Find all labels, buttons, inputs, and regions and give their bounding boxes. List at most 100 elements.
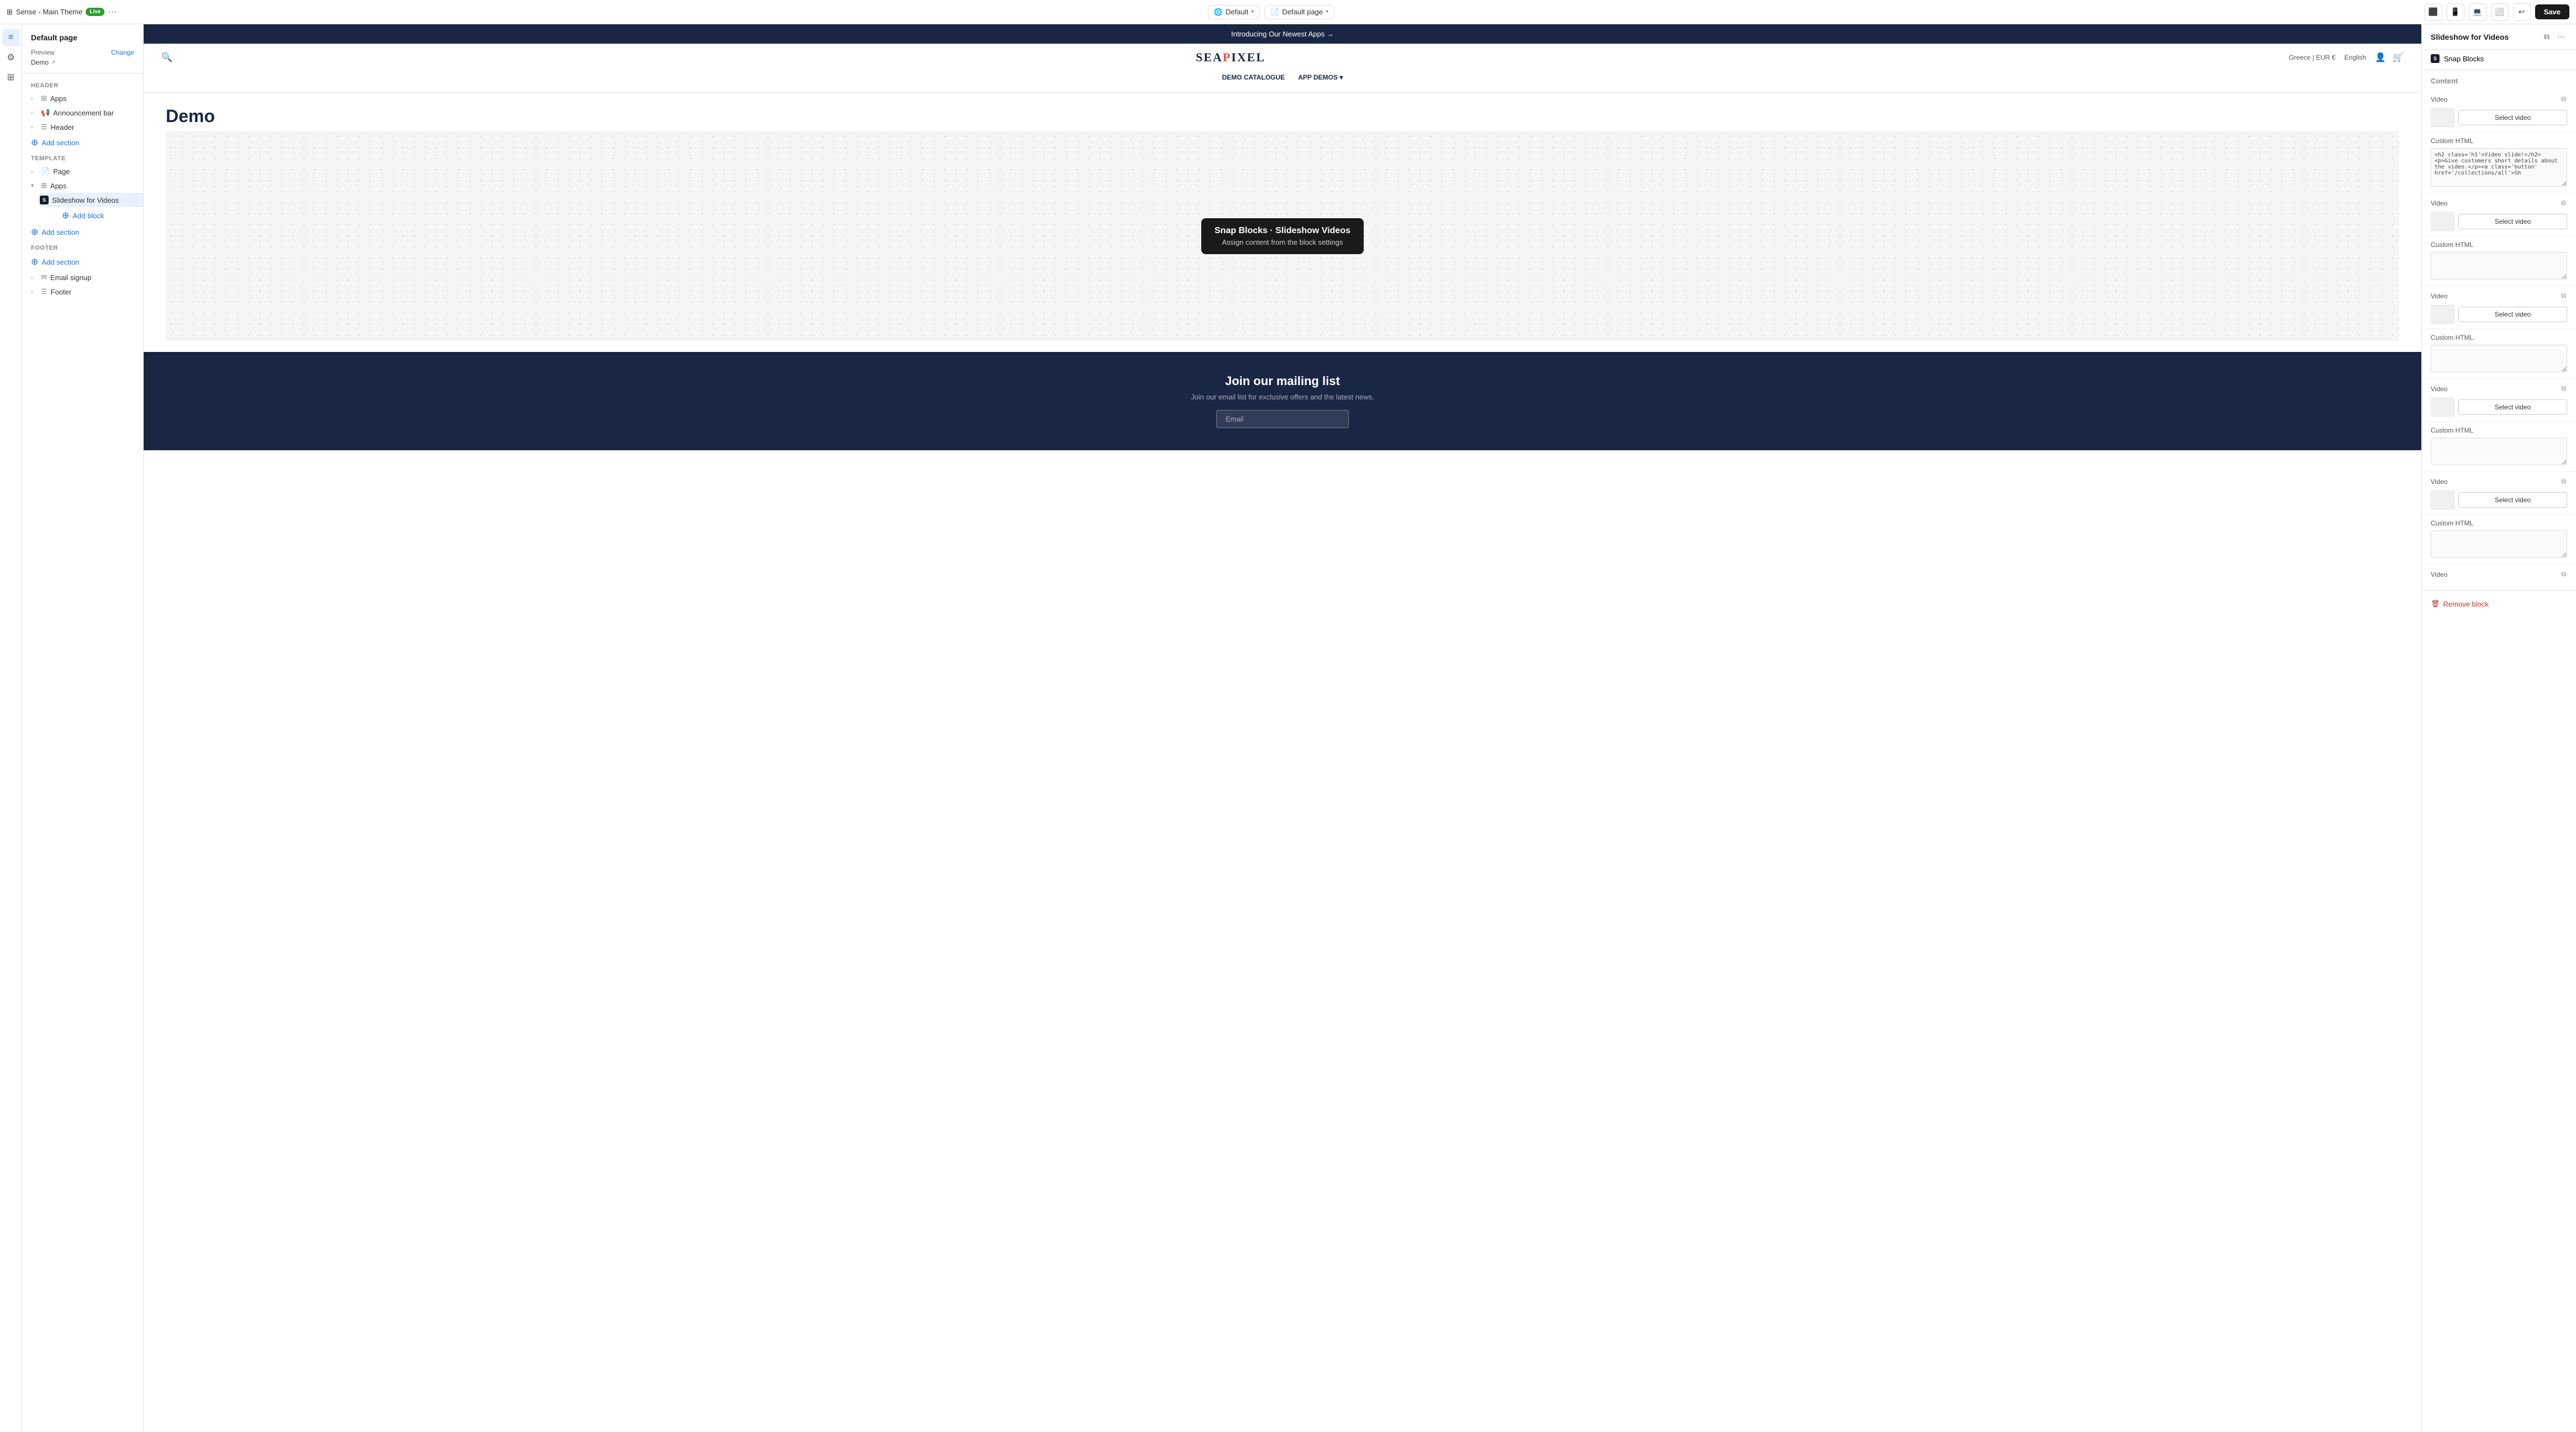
tree-item-announcement[interactable]: › 📢 Announcement bar (22, 106, 143, 120)
video-label-6: Video ⧉ (2431, 569, 2567, 580)
slideshow-tooltip-title: Snap Blocks · Slideshow Videos (1215, 226, 1350, 236)
video-copy-btn-4[interactable]: ⧉ (2560, 383, 2567, 394)
tree-item-page[interactable]: › 📄 Page (22, 164, 143, 178)
preview-area: Introducing Our Newest Apps → 🔍 SEAPIXEL… (144, 24, 2421, 1432)
video-field-3: Video ⧉ Select video (2422, 286, 2576, 329)
video-copy-btn-3[interactable]: ⧉ (2560, 291, 2567, 301)
apps-template-icon: ⊞ (41, 181, 47, 190)
undo-btn[interactable]: ↩ (2513, 3, 2531, 21)
chevron-right-icon: › (31, 169, 38, 175)
custom-html-label-2: Custom HTML (2431, 241, 2567, 249)
custom-html-textarea-5[interactable] (2431, 530, 2567, 558)
change-link[interactable]: Change (111, 49, 134, 56)
main-layout: ≡ ⚙ ⊞ Default page Preview Change Demo ↗… (0, 24, 2576, 1432)
cart-icon: 🛒 (2393, 52, 2404, 63)
video-copy-btn-2[interactable]: ⧉ (2560, 198, 2567, 208)
sidebar-apps-icon[interactable]: ⊞ (2, 69, 20, 86)
video-field-row-5: Select video (2431, 490, 2567, 510)
chevron-down-icon: ▾ (31, 183, 38, 189)
header-icon: ☰ (41, 123, 48, 131)
content-label: Content (2422, 70, 2576, 90)
select-video-btn-5[interactable]: Select video (2458, 492, 2567, 508)
preview-section: Preview Change Demo ↗ (22, 49, 143, 73)
snap-blocks-logo: S (40, 196, 49, 204)
tablet-view-btn[interactable]: 💻 (2469, 3, 2486, 21)
footer-section-group: Footer ⊕ Add section › ✉ Email signup › … (22, 243, 143, 299)
language-text: English (2344, 54, 2366, 61)
mailing-section: Join our mailing list Join our email lis… (144, 352, 2421, 450)
nav-app-demos[interactable]: APP DEMOS ▾ (1298, 73, 1343, 81)
remove-block-btn[interactable]: 🗑 Remove block (2422, 593, 2576, 615)
custom-html-textarea-3[interactable] (2431, 345, 2567, 372)
video-field-2: Video ⧉ Select video (2422, 193, 2576, 236)
store-header-top: 🔍 SEAPIXEL Greece | EUR € English 👤 🛒 (161, 50, 2404, 65)
chevron-right-icon: › (31, 289, 38, 295)
store-preview: Introducing Our Newest Apps → 🔍 SEAPIXEL… (144, 24, 2421, 1432)
add-block-btn[interactable]: ⊕ Add block (40, 207, 143, 224)
header-label: Header (22, 80, 143, 91)
right-panel: Slideshow for Videos ⧉ ⋯ S Snap Blocks C… (2421, 24, 2576, 1432)
email-icon: ✉ (41, 273, 47, 282)
select-video-btn-3[interactable]: Select video (2458, 307, 2567, 322)
default-page-dropdown[interactable]: 📄 Default page ▾ (1264, 5, 1334, 19)
select-video-btn-4[interactable]: Select video (2458, 399, 2567, 415)
tree-item-footer[interactable]: › ☰ Footer (22, 285, 143, 299)
video-field-row-4: Select video (2431, 397, 2567, 417)
desktop-view-btn[interactable]: ⬛ (2425, 3, 2442, 21)
snap-blocks-label: Snap Blocks (2444, 55, 2484, 63)
footer-icon: ☰ (41, 287, 48, 296)
select-video-btn-1[interactable]: Select video (2458, 110, 2567, 125)
snap-blocks-icon: S (2431, 54, 2440, 63)
custom-html-label-1: Custom HTML (2431, 137, 2567, 145)
video-copy-btn-6[interactable]: ⧉ (2560, 569, 2567, 580)
sidebar-settings-icon[interactable]: ⚙ (2, 49, 20, 66)
email-input[interactable] (1216, 410, 1349, 428)
announcement-text: Introducing Our Newest Apps → (1231, 30, 1334, 38)
select-video-btn-2[interactable]: Select video (2458, 214, 2567, 229)
add-section-2-btn[interactable]: ⊕ Add section (22, 224, 143, 240)
custom-html-label-5: Custom HTML (2431, 519, 2567, 527)
announcement-icon: 📢 (41, 108, 50, 117)
header-right: Greece | EUR € English 👤 🛒 (2289, 52, 2404, 63)
panel-copy-btn[interactable]: ⧉ (2542, 31, 2552, 43)
video-copy-btn-1[interactable]: ⧉ (2560, 94, 2567, 104)
left-panel: Default page Preview Change Demo ↗ Heade… (22, 24, 144, 1432)
snap-blocks-header: S Snap Blocks (2422, 50, 2576, 70)
custom-html-textarea-2[interactable] (2431, 252, 2567, 280)
nav-demo-catalogue[interactable]: DEMO CATALOGUE (1222, 73, 1285, 81)
live-badge: Live (86, 8, 104, 16)
mobile-view-btn[interactable]: 📱 (2447, 3, 2464, 21)
user-icon: 👤 (2375, 52, 2386, 63)
video-label-3: Video ⧉ (2431, 291, 2567, 301)
add-section-1-btn[interactable]: ⊕ Add section (22, 134, 143, 151)
preview-row: Preview Change (31, 49, 134, 56)
video-field-row-1: Select video (2431, 108, 2567, 128)
save-button[interactable]: Save (2535, 4, 2569, 19)
panel-more-btn[interactable]: ⋯ (2555, 31, 2567, 43)
video-thumbnail-1 (2431, 108, 2455, 128)
tree-item-apps-template[interactable]: ▾ ⊞ Apps (22, 178, 143, 193)
more-options-btn[interactable]: ⋯ (108, 7, 118, 18)
tree-item-header[interactable]: › ☰ Header (22, 120, 143, 134)
custom-html-textarea-4[interactable] (2431, 438, 2567, 465)
video-copy-btn-5[interactable]: ⧉ (2560, 476, 2567, 487)
video-label-4: Video ⧉ (2431, 383, 2567, 394)
add-section-footer-btn[interactable]: ⊕ Add section (22, 254, 143, 270)
tree-item-slideshow-videos[interactable]: S Slideshow for Videos (40, 193, 143, 207)
sidebar-sections-icon[interactable]: ≡ (2, 29, 20, 46)
demo-row: Demo ↗ (31, 59, 134, 66)
tree-item-apps[interactable]: › ⊞ Apps ✎ (22, 91, 143, 106)
custom-html-field-1: Custom HTML <h2 class='h1'>Video slide!<… (2422, 133, 2576, 193)
plus-icon: ⊕ (31, 137, 38, 148)
top-bar-left: ⊞ Sense - Main Theme Live ⋯ (7, 7, 118, 18)
video-field-4: Video ⧉ Select video (2422, 379, 2576, 422)
custom-html-textarea-1[interactable]: <h2 class='h1'>Video slide!</h2><p>Give … (2431, 148, 2567, 187)
custom-html-label-4: Custom HTML (2431, 427, 2567, 434)
demo-title: Demo (144, 93, 2421, 131)
fullscreen-btn[interactable]: ⬜ (2491, 3, 2509, 21)
default-dropdown[interactable]: 🌐 Default ▾ (1208, 5, 1260, 19)
apps-icon: ⊞ (41, 94, 47, 103)
video-label-1: Video ⧉ (2431, 94, 2567, 104)
right-panel-icons: ⧉ ⋯ (2542, 31, 2567, 43)
tree-item-email-signup[interactable]: › ✉ Email signup (22, 270, 143, 285)
